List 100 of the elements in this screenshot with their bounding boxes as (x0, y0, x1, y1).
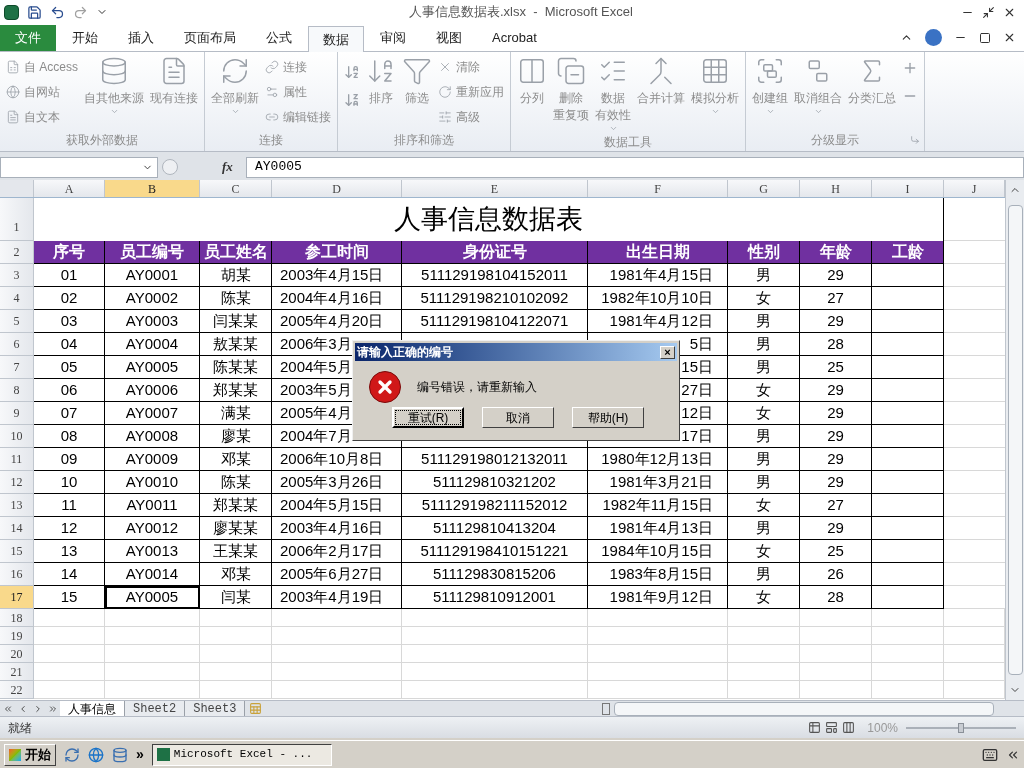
zoom-slider[interactable] (906, 722, 1016, 733)
dialog-button[interactable]: 重试(R) (392, 407, 464, 428)
name-box[interactable] (0, 156, 158, 178)
row-header[interactable]: 12 (0, 471, 34, 494)
close-button[interactable]: × (660, 345, 675, 359)
scroll-thumb[interactable] (1007, 205, 1023, 675)
table-cell: 男 (728, 471, 800, 494)
row-header[interactable]: 22 (0, 681, 34, 699)
last-sheet-icon[interactable] (47, 703, 58, 714)
ribbon-tab[interactable]: 视图 (422, 25, 476, 51)
grid-cell (728, 609, 800, 627)
row-header[interactable]: 14 (0, 517, 34, 540)
column-header[interactable]: G (728, 180, 800, 197)
row-header[interactable]: 4 (0, 287, 34, 310)
dialog-button[interactable]: 帮助(H) (572, 407, 644, 428)
row-header[interactable]: 17 (0, 586, 34, 609)
taskbar-item[interactable]: Microsoft Excel - ... (151, 743, 332, 766)
error-icon (369, 371, 401, 403)
ribbon-tab[interactable]: 文件 (0, 25, 56, 51)
table-cell: AY0013 (105, 540, 200, 563)
row-header[interactable]: 16 (0, 563, 34, 586)
table-cell: 女 (728, 287, 800, 310)
row-header[interactable]: 18 (0, 609, 34, 627)
row-header[interactable]: 3 (0, 264, 34, 287)
grid-cell (34, 609, 105, 627)
close-icon[interactable] (1003, 31, 1016, 44)
page-layout-icon[interactable] (825, 721, 839, 734)
ribbon-tab[interactable]: 审阅 (366, 25, 420, 51)
table-cell: 511129198104152011 (402, 264, 588, 287)
page-break-icon[interactable] (842, 721, 856, 734)
undo-icon[interactable] (50, 4, 65, 20)
row-header[interactable]: 10 (0, 425, 34, 448)
group-label: 排序和筛选 (394, 132, 454, 149)
row-header[interactable]: 2 (0, 241, 34, 264)
split-handle[interactable] (602, 702, 611, 715)
row-header[interactable]: 21 (0, 663, 34, 681)
row-header[interactable]: 1 (0, 198, 34, 241)
table-cell: 女 (728, 379, 800, 402)
grid-cell (200, 681, 272, 699)
column-header[interactable]: J (944, 180, 1005, 197)
column-header[interactable]: A (34, 180, 105, 197)
table-cell: 1980年12月13日 (588, 448, 728, 471)
table-cell: 08 (34, 425, 105, 448)
row-header[interactable]: 15 (0, 540, 34, 563)
table-cell: 02 (34, 287, 105, 310)
table-cell: 511129198211152012 (402, 494, 588, 517)
column-header[interactable]: B (105, 180, 200, 197)
start-button[interactable]: 开始 (4, 743, 56, 766)
ribbon-tab[interactable]: 开始 (58, 25, 112, 51)
redo-icon[interactable] (73, 4, 88, 20)
status-text: 就绪 (8, 719, 32, 737)
restore-icon[interactable] (979, 31, 991, 44)
refresh-icon[interactable] (64, 746, 80, 763)
help-icon[interactable] (925, 29, 942, 46)
row-header[interactable]: 20 (0, 645, 34, 663)
column-header[interactable]: F (588, 180, 728, 197)
more-button[interactable]: » (136, 744, 144, 765)
ribbon-tab[interactable]: 插入 (114, 25, 168, 51)
row-header[interactable]: 7 (0, 356, 34, 379)
formula-cancel-icon[interactable] (162, 159, 178, 175)
database-icon[interactable] (112, 746, 128, 763)
ribbon-tab[interactable]: 公式 (252, 25, 306, 51)
row-header[interactable]: 8 (0, 379, 34, 402)
keyboard-icon[interactable] (982, 746, 998, 763)
row-header[interactable]: 6 (0, 333, 34, 356)
column-header[interactable]: E (402, 180, 588, 197)
row-header[interactable]: 9 (0, 402, 34, 425)
column-header[interactable]: D (272, 180, 402, 197)
new-sheet-icon[interactable] (249, 702, 263, 715)
sheet-tab[interactable]: 人事信息 (60, 700, 125, 717)
ribbon-tab[interactable]: 页面布局 (170, 25, 250, 51)
grid-cell (34, 681, 105, 699)
ribbon-tab[interactable]: Acrobat (478, 25, 551, 51)
table-cell: 2003年4月15日 (272, 264, 402, 287)
horizontal-scrollbar[interactable] (614, 701, 995, 716)
row-header[interactable]: 19 (0, 627, 34, 645)
vertical-scrollbar[interactable] (1005, 180, 1024, 700)
sheet-tab[interactable]: Sheet2 (125, 700, 186, 717)
column-header[interactable]: H (800, 180, 872, 197)
row-header[interactable]: 13 (0, 494, 34, 517)
restore-icon[interactable] (982, 5, 995, 19)
column-header[interactable]: C (200, 180, 272, 197)
slider-thumb[interactable] (958, 722, 964, 733)
first-sheet-icon[interactable] (2, 703, 13, 714)
normal-view-icon[interactable] (808, 721, 822, 734)
formula-field[interactable]: AY0005 (246, 156, 1024, 178)
row-header[interactable]: 11 (0, 448, 34, 471)
function-button[interactable]: fx (222, 157, 242, 177)
table-cell: 邓某 (200, 563, 272, 586)
sheet-tab[interactable]: Sheet3 (185, 700, 246, 717)
table-cell: 29 (800, 425, 872, 448)
globe-icon[interactable] (88, 746, 104, 763)
save-icon[interactable] (27, 4, 42, 20)
ribbon-tab[interactable]: 数据 (308, 26, 364, 52)
table-cell: 2005年4月20日 (272, 310, 402, 333)
row-header[interactable]: 5 (0, 310, 34, 333)
table-cell: 29 (800, 264, 872, 287)
column-header[interactable]: I (872, 180, 944, 197)
dialog-button[interactable]: 取消 (482, 407, 554, 428)
grid-cell (200, 663, 272, 681)
